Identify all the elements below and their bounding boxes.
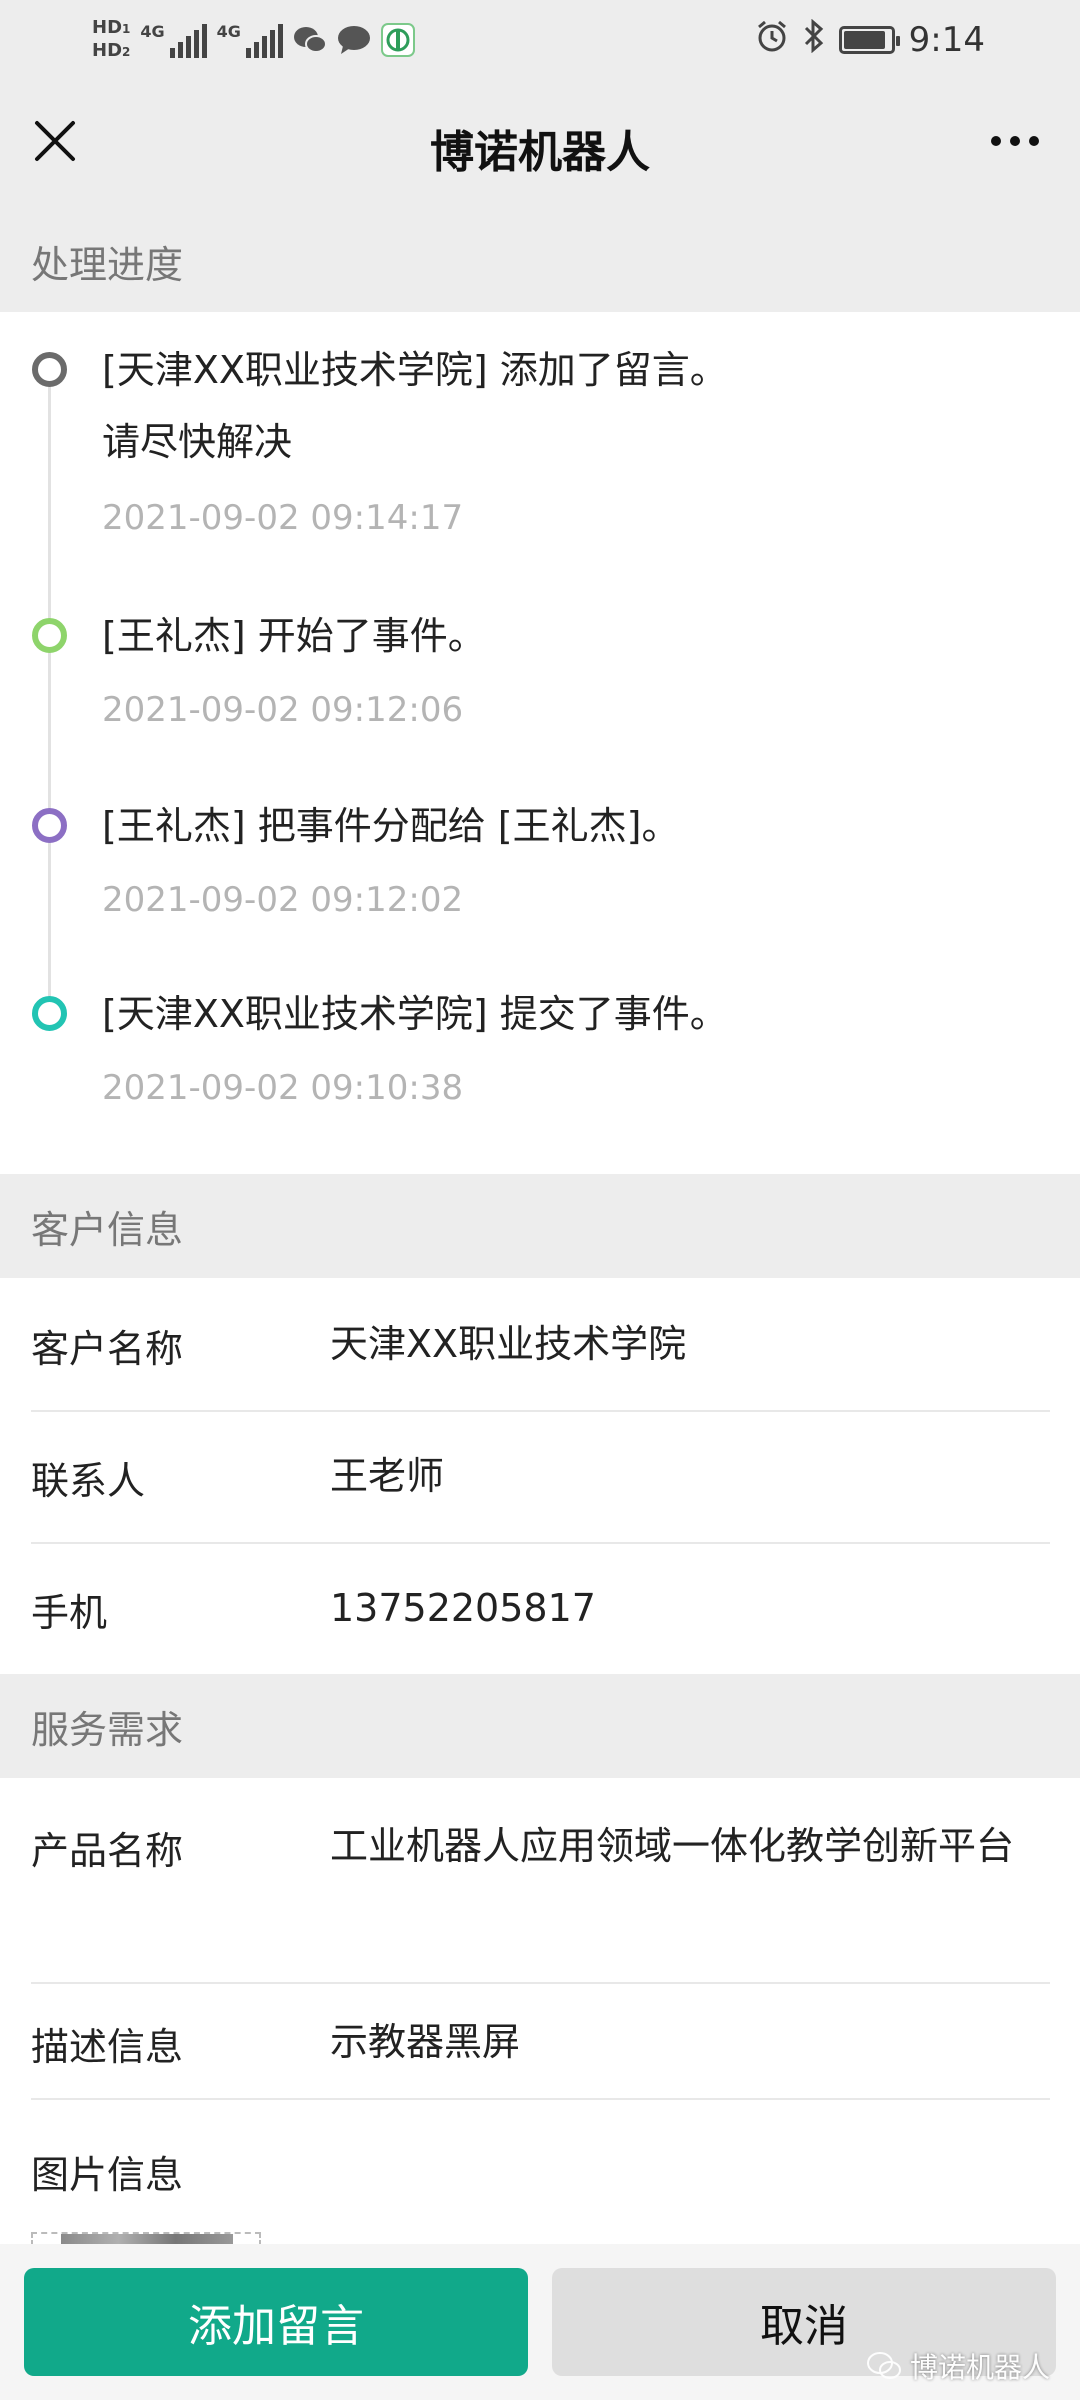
row-label: 图片信息: [31, 2153, 184, 2197]
row-label: 产品名称: [31, 1829, 184, 1873]
info-row: 描述信息 示教器黑屏: [0, 1984, 1080, 2098]
row-value: 示教器黑屏: [330, 2020, 521, 2064]
bluetooth-icon: [803, 18, 825, 62]
row-value: 13752205817: [330, 1586, 596, 1630]
timeline-time: 2021-09-02 09:14:17: [102, 498, 464, 538]
page-title: 博诺机器人: [430, 127, 650, 178]
alarm-icon: [755, 19, 789, 62]
nav-bar: 博诺机器人: [0, 78, 1080, 210]
row-label: 联系人: [31, 1459, 146, 1503]
info-row: 图片信息: [0, 2100, 1080, 2244]
more-icon-dot: [1029, 136, 1039, 146]
hd1-label: HD: [92, 17, 123, 38]
info-row: 手机 13752205817: [0, 1544, 1080, 1674]
timeline-text: [天津XX职业技术学院] 提交了事件。: [102, 992, 728, 1036]
status-bar: HD1 HD2 4G 4G 9:14: [0, 0, 1080, 78]
hd-indicator: HD1 HD2: [92, 17, 130, 63]
watermark: 博诺机器人: [866, 2346, 1050, 2386]
timeline-time: 2021-09-02 09:12:06: [102, 690, 464, 730]
battery-icon: [838, 26, 900, 54]
row-label: 客户名称: [31, 1327, 184, 1371]
wechat-icon: [866, 2352, 901, 2379]
progress-section-header: 处理进度: [31, 242, 184, 287]
info-row: 产品名称 工业机器人应用领域一体化教学创新平台: [0, 1778, 1080, 1982]
bottom-action-bar: 添加留言 取消 博诺机器人: [0, 2244, 1080, 2400]
timeline-dot-icon: [32, 618, 67, 653]
timeline-subtext: 请尽快解决: [102, 420, 293, 464]
net2-label: 4G: [216, 22, 241, 41]
more-icon-dot: [991, 136, 1001, 146]
app-icon: [380, 23, 415, 57]
timeline-text: [王礼杰] 开始了事件。: [102, 614, 486, 658]
timeline-time: 2021-09-02 09:10:38: [102, 1068, 464, 1108]
status-right: 9:14: [755, 10, 985, 70]
more-button[interactable]: [980, 108, 1050, 174]
row-label: 手机: [31, 1591, 108, 1635]
watermark-text: 博诺机器人: [909, 2351, 1050, 2384]
signal-2-icon: 4G: [217, 22, 283, 58]
timeline-dot-icon: [32, 808, 67, 843]
service-info-card: 产品名称 工业机器人应用领域一体化教学创新平台 描述信息 示教器黑屏 图片信息: [0, 1778, 1080, 2244]
hd2-label: HD: [92, 40, 123, 61]
service-section-header: 服务需求: [31, 1707, 184, 1752]
timeline-text: [天津XX职业技术学院] 添加了留言。: [102, 348, 728, 392]
info-row: 联系人 王老师: [0, 1412, 1080, 1542]
timeline-dot-icon: [32, 996, 67, 1031]
row-label: 描述信息: [31, 2025, 184, 2069]
more-icon-dot: [1010, 136, 1020, 146]
add-comment-button[interactable]: 添加留言: [24, 2268, 528, 2376]
hd2-num: 2: [122, 45, 131, 59]
timeline-line: [48, 370, 51, 1010]
message-icon: [337, 23, 371, 57]
clock-time: 9:14: [908, 20, 985, 60]
screen: HD1 HD2 4G 4G 9:14 博诺机器人 处理进度 [天津XX职业技术学…: [0, 0, 1080, 2400]
info-row: 客户名称 天津XX职业技术学院: [0, 1278, 1080, 1410]
timeline-text: [王礼杰] 把事件分配给 [王礼杰]。: [102, 804, 680, 848]
signal-1-icon: 4G: [140, 22, 207, 58]
row-value: 王老师: [330, 1454, 445, 1498]
customer-info-card: 客户名称 天津XX职业技术学院 联系人 王老师 手机 13752205817: [0, 1278, 1080, 1674]
battery-fill: [843, 31, 885, 49]
net1-label: 4G: [140, 22, 165, 41]
wechat-icon: [293, 23, 327, 57]
status-left: HD1 HD2 4G 4G: [92, 10, 415, 70]
timeline-time: 2021-09-02 09:12:02: [102, 880, 464, 920]
row-value: 工业机器人应用领域一体化教学创新平台: [330, 1824, 1015, 1868]
row-value: 天津XX职业技术学院: [330, 1322, 687, 1366]
timeline-dot-icon: [32, 352, 67, 387]
hd1-num: 1: [122, 22, 131, 36]
customer-section-header: 客户信息: [31, 1207, 184, 1252]
